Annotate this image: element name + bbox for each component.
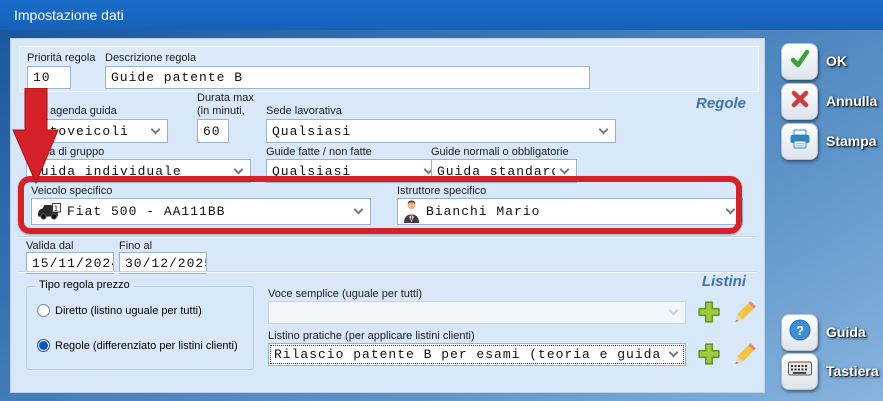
dialog-content: Priorità regola 10 Descrizione regola Gu… — [10, 38, 765, 393]
istruttore-specifico-value: Bianchi Mario — [426, 204, 540, 219]
durata-max-input[interactable]: 60 — [197, 119, 229, 143]
add-voce-button plus-icon[interactable] — [697, 300, 721, 329]
priorita-regola-label: Priorità regola — [27, 52, 95, 64]
guida-di-gruppo-value: Guida individuale — [32, 164, 182, 179]
title-bar: Impostazione dati — [0, 0, 883, 30]
annulla-button[interactable] — [781, 83, 818, 120]
section-divider — [17, 271, 757, 273]
listino-pratiche-select[interactable]: Rilascio patente B per esami (teoria e g… — [268, 343, 686, 366]
window-title: Impostazione dati — [14, 7, 124, 23]
tastiera-button[interactable] — [781, 353, 818, 390]
regole-section-label: Regole — [696, 95, 746, 112]
tipo-agenda-guida-label: Tipo agenda guida — [26, 105, 117, 117]
tastiera-button-label: Tastiera — [826, 363, 879, 379]
valida-dal-label: Valida dal — [26, 240, 74, 252]
sede-lavorativa-select[interactable]: Qualsiasi — [266, 119, 616, 143]
stampa-button-label: Stampa — [826, 133, 877, 149]
chevron-down-icon — [234, 164, 244, 174]
radio-diretto-label: Diretto (listino uguale per tutti) — [55, 305, 202, 317]
guide-fatte-label: Guide fatte / non fatte — [266, 146, 372, 158]
radio-checked-icon[interactable] — [37, 339, 50, 352]
fino-al-value: 30/12/2025 — [125, 256, 207, 271]
section-divider — [17, 236, 757, 238]
listino-pratiche-label: Listino pratiche (per applicare listini … — [268, 330, 475, 342]
guide-fatte-select[interactable]: Qualsiasi — [266, 159, 441, 183]
descrizione-regola-label: Descrizione regola — [105, 52, 196, 64]
priorita-regola-input[interactable]: 10 — [27, 66, 71, 89]
svg-text:?: ? — [796, 323, 804, 338]
guide-normali-label: Guide normali o obbligatorie — [431, 146, 569, 158]
durata-max-value: 60 — [203, 124, 221, 139]
chevron-down-icon — [354, 205, 364, 215]
chevron-down-icon — [726, 205, 736, 215]
rule-header-panel: Priorità regola 10 Descrizione regola Gu… — [19, 46, 759, 92]
listini-section-label: Listini — [702, 273, 746, 290]
cancel-x-icon — [790, 89, 810, 114]
chevron-down-icon — [560, 164, 570, 174]
radio-regole[interactable]: Regole (differenziato per listini client… — [37, 339, 238, 352]
ok-button[interactable] — [781, 43, 818, 80]
durata-max-label-line2: (in minuti, — [197, 105, 245, 117]
veicolo-specifico-label: Veicolo specifico — [31, 185, 112, 197]
voce-semplice-label: Voce semplice (uguale per tutti) — [268, 288, 422, 300]
add-listino-button plus-icon[interactable] — [697, 342, 721, 371]
chevron-down-icon — [151, 124, 161, 134]
guide-normali-select[interactable]: Guida standard — [431, 159, 577, 183]
voce-semplice-select[interactable] — [268, 301, 686, 324]
listino-pratiche-value: Rilascio patente B per esami (teoria e g… — [274, 347, 664, 362]
sede-lavorativa-value: Qualsiasi — [272, 124, 351, 139]
tipo-regola-prezzo-group: Tipo regola prezzo Diretto (listino ugua… — [26, 286, 254, 370]
radio-regole-label: Regole (differenziato per listini client… — [55, 340, 238, 352]
valida-dal-value: 15/11/2024 — [32, 256, 114, 271]
guide-normali-value: Guida standard — [437, 164, 555, 179]
radio-diretto[interactable]: Diretto (listino uguale per tutti) — [37, 304, 202, 317]
guida-button[interactable]: ? — [781, 314, 818, 351]
istruttore-specifico-label: Istruttore specifico — [397, 185, 486, 197]
guida-di-gruppo-select[interactable]: Guida individuale — [26, 159, 251, 183]
keyboard-icon — [788, 360, 812, 382]
help-question-icon: ? — [789, 319, 811, 346]
car-icon: 1 — [37, 203, 61, 220]
guida-button-label: Guida — [826, 324, 866, 340]
check-icon — [789, 48, 811, 75]
descrizione-regola-input[interactable]: Guide patente B — [105, 66, 590, 89]
edit-voce-button pencil-icon[interactable] — [733, 300, 757, 329]
guide-fatte-value: Qualsiasi — [272, 164, 351, 179]
guida-di-gruppo-label: Guida di gruppo — [26, 146, 104, 158]
priorita-regola-value: 10 — [33, 70, 51, 85]
radio-unchecked-icon[interactable] — [37, 304, 50, 317]
chevron-down-icon — [599, 124, 609, 134]
durata-max-label-line1: Durata max — [197, 92, 254, 104]
ok-button-label: OK — [826, 53, 847, 69]
chevron-down-icon — [669, 306, 679, 316]
sede-lavorativa-label: Sede lavorativa — [266, 105, 342, 117]
svg-text:1: 1 — [54, 203, 59, 212]
instructor-icon — [403, 200, 420, 223]
edit-listino-button pencil-icon[interactable] — [733, 342, 757, 371]
istruttore-specifico-select[interactable]: Bianchi Mario — [397, 198, 743, 225]
veicolo-specifico-value: Fiat 500 - AA111BB — [67, 204, 225, 219]
tipo-agenda-guida-value: Autoveicoli — [32, 124, 129, 139]
tipo-agenda-guida-select[interactable]: Autoveicoli — [26, 119, 168, 143]
fino-al-label: Fino al — [119, 240, 152, 252]
chevron-down-icon — [669, 348, 679, 358]
annulla-button-label: Annulla — [826, 93, 877, 109]
veicolo-specifico-select[interactable]: 1 Fiat 500 - AA111BB — [31, 198, 371, 225]
tipo-regola-prezzo-label: Tipo regola prezzo — [35, 279, 134, 291]
stampa-button[interactable] — [781, 123, 818, 160]
descrizione-regola-value: Guide patente B — [111, 70, 243, 85]
printer-icon — [789, 129, 811, 154]
